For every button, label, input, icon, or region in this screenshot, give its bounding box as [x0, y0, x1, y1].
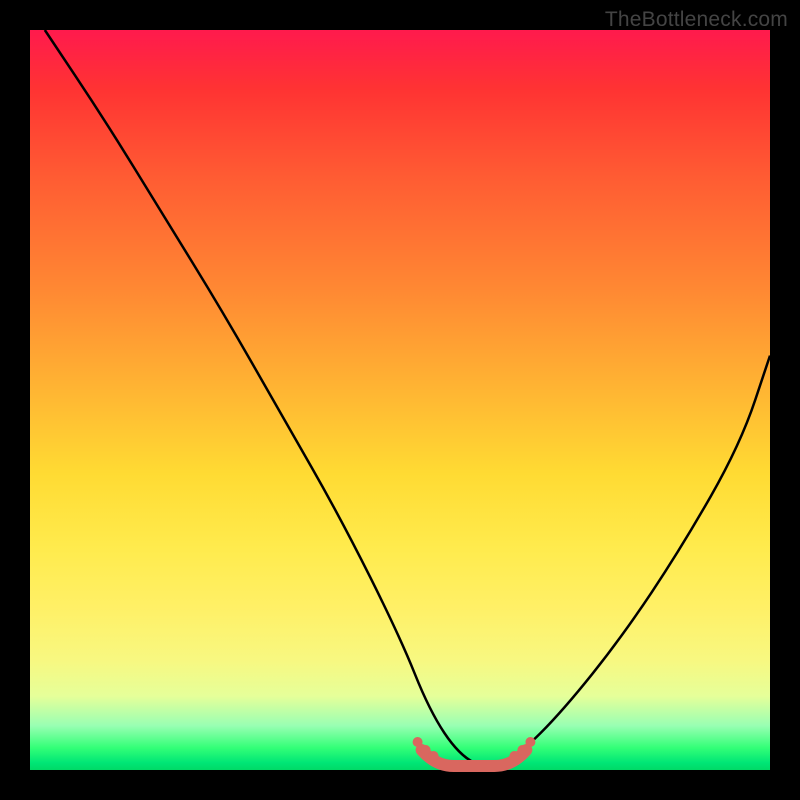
- flat-region-dot: [421, 745, 431, 755]
- chart-container: TheBottleneck.com: [0, 0, 800, 800]
- flat-region-dots: [413, 737, 536, 761]
- flat-region-dot: [509, 751, 519, 761]
- flat-region-dot: [525, 737, 535, 747]
- flat-region-dot: [429, 751, 439, 761]
- flat-region-dot: [517, 745, 527, 755]
- watermark-text: TheBottleneck.com: [605, 8, 788, 32]
- gradient-plot-area: [30, 30, 770, 770]
- bottleneck-curve-path: [45, 30, 770, 766]
- flat-region-dot: [413, 737, 423, 747]
- bottleneck-curve-svg: [30, 30, 770, 770]
